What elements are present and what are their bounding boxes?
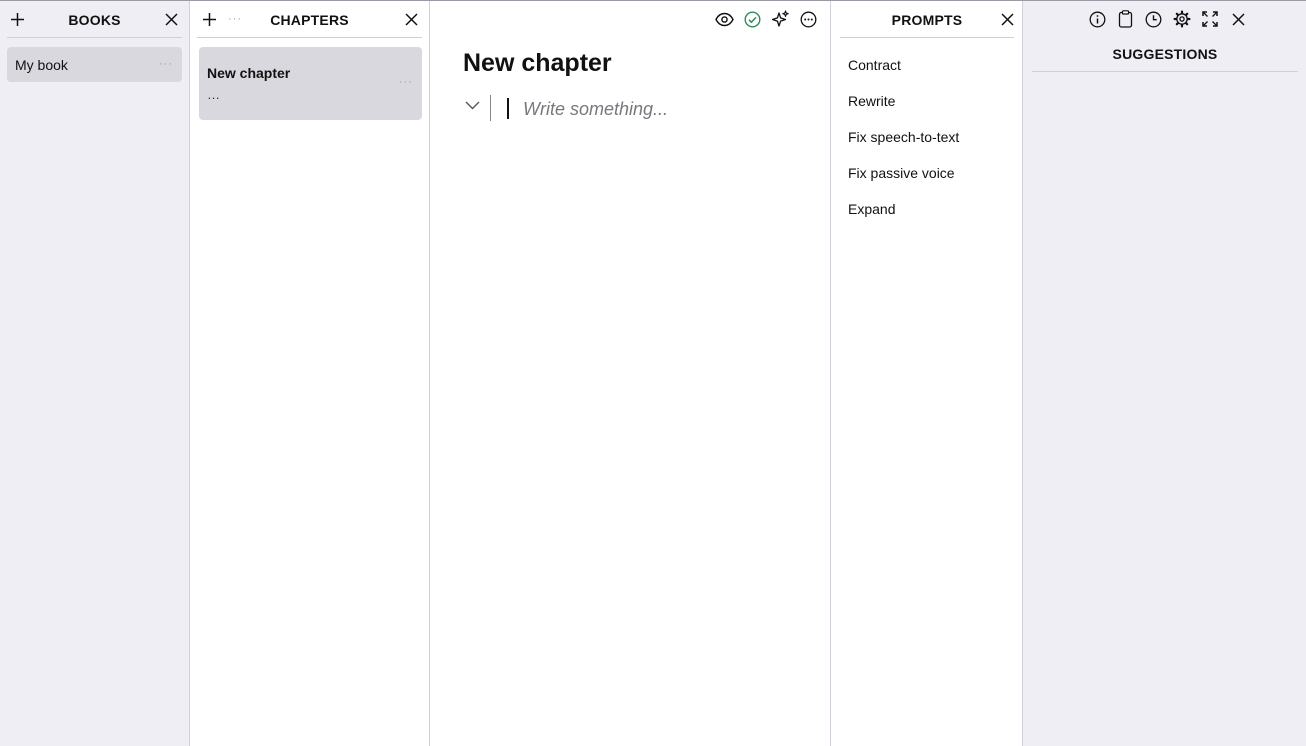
clipboard-icon[interactable] [1118, 10, 1133, 28]
prompts-header: PROMPTS [840, 1, 1014, 38]
chapter-item-title: New chapter [207, 65, 291, 81]
books-title: BOOKS [68, 12, 121, 28]
info-icon[interactable] [1089, 11, 1106, 28]
text-caret [507, 98, 509, 119]
sparkles-icon[interactable] [771, 10, 790, 29]
document-title[interactable]: New chapter [463, 49, 612, 78]
book-item-my-book[interactable]: My book ··· [7, 47, 182, 82]
close-chapters-icon[interactable] [405, 13, 418, 26]
prompt-item-fix-passive-voice[interactable]: Fix passive voice [848, 165, 955, 181]
editor-placeholder: Write something... [523, 99, 669, 119]
prompt-item-contract[interactable]: Contract [848, 57, 901, 73]
prompt-item-rewrite[interactable]: Rewrite [848, 93, 895, 109]
chapters-header: ··· CHAPTERS [197, 1, 422, 38]
editor-input[interactable]: Write something... [523, 97, 823, 121]
chevron-down-icon[interactable] [465, 101, 480, 110]
clock-icon[interactable] [1145, 11, 1162, 28]
close-suggestions-icon[interactable] [1232, 13, 1245, 26]
books-header: BOOKS [7, 1, 182, 38]
gutter-divider [490, 95, 491, 121]
books-panel: BOOKS My book ··· [0, 1, 190, 746]
book-item-label: My book [15, 57, 68, 73]
chapter-item-new-chapter[interactable]: New chapter … ··· [199, 47, 422, 120]
gear-icon[interactable] [1173, 10, 1191, 28]
eye-icon[interactable] [715, 12, 734, 27]
editor-panel: New chapter Write something... [430, 1, 831, 746]
chapters-panel: ··· CHAPTERS New chapter … ··· [190, 1, 430, 746]
chapter-item-excerpt: … [207, 87, 220, 102]
suggestions-title: SUGGESTIONS [1112, 46, 1218, 62]
suggestions-panel: SUGGESTIONS [1023, 1, 1306, 746]
book-item-menu-icon[interactable]: ··· [159, 58, 173, 70]
suggestions-header: SUGGESTIONS [1032, 35, 1298, 72]
more-icon[interactable] [800, 11, 817, 28]
check-circle-icon[interactable] [744, 11, 761, 28]
prompt-item-fix-speech-to-text[interactable]: Fix speech-to-text [848, 129, 959, 145]
close-books-icon[interactable] [165, 13, 178, 26]
expand-icon[interactable] [1202, 11, 1218, 27]
prompt-item-expand[interactable]: Expand [848, 201, 895, 217]
prompts-panel: PROMPTS Contract Rewrite Fix speech-to-t… [831, 1, 1023, 746]
close-prompts-icon[interactable] [1001, 13, 1014, 26]
chapter-item-menu-icon[interactable]: ··· [399, 76, 413, 88]
chapters-title: CHAPTERS [270, 12, 349, 28]
prompts-title: PROMPTS [891, 12, 963, 28]
